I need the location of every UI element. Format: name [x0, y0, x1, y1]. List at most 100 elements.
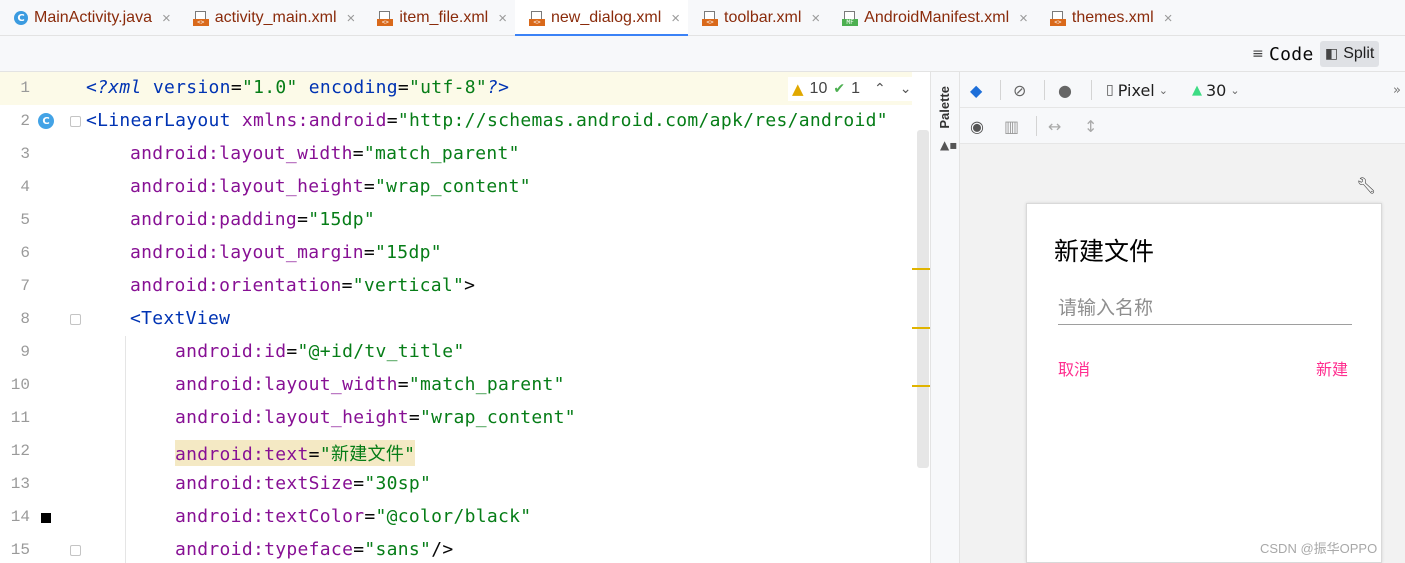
- manifest-file-icon: MF: [842, 10, 859, 26]
- weak-warning-count: 1: [851, 80, 860, 97]
- fold-icon[interactable]: [70, 545, 81, 556]
- code-text: android:layout_height="wrap_content": [130, 176, 531, 197]
- design-secondary-toolbar: ◉ ▥ ↔ ↕: [960, 108, 1405, 144]
- code-line: 9 android:id="@+id/tv_title": [0, 336, 930, 369]
- xml-file-icon: <>: [377, 10, 394, 26]
- tab-mainactivity-java[interactable]: C MainActivity.java ×: [0, 0, 179, 36]
- warning-marker[interactable]: [912, 327, 930, 329]
- code-text: android:textColor="@color/black": [175, 506, 532, 527]
- close-icon[interactable]: ×: [1019, 10, 1028, 27]
- previous-highlight-icon[interactable]: ⌃: [874, 81, 886, 97]
- view-mode-bar: ≡ Code ◧ Split: [0, 36, 1405, 72]
- tab-themes-xml[interactable]: <> themes.xml ×: [1036, 0, 1181, 36]
- close-icon[interactable]: ×: [1164, 10, 1173, 27]
- tab-activity-main-xml[interactable]: <> activity_main.xml ×: [179, 0, 364, 36]
- wrench-icon[interactable]: 🔧︎: [1356, 176, 1376, 195]
- close-icon[interactable]: ×: [811, 10, 820, 27]
- split-view-button[interactable]: ◧ Split: [1320, 41, 1380, 67]
- close-icon[interactable]: ×: [162, 10, 171, 27]
- blueprint-icon[interactable]: ▥: [1004, 114, 1019, 138]
- layers-icon[interactable]: ◆: [970, 78, 982, 102]
- line-number: 13: [10, 475, 30, 493]
- tab-item-file-xml[interactable]: <> item_file.xml ×: [363, 0, 515, 36]
- api-level-label: 30: [1206, 80, 1227, 100]
- close-icon[interactable]: ×: [671, 10, 680, 27]
- color-swatch-icon[interactable]: [41, 513, 51, 523]
- code-editor[interactable]: 1 <?xml version="1.0" encoding="utf-8"?>…: [0, 72, 930, 563]
- palette-side-strip: Palette ▲▪: [930, 72, 960, 563]
- code-text: android:id="@+id/tv_title": [175, 341, 465, 362]
- watermark: CSDN @振华OPPO: [1260, 541, 1378, 556]
- design-preview-panel: ◆ ⊘ ● ▯ Pixel ⌄ ▲ 30 ⌄ » ◉ ▥ ↔ ↕ 🔧︎ 新建文件…: [960, 72, 1405, 563]
- name-input-hint: 请输入名称: [1058, 297, 1154, 319]
- line-number: 9: [20, 343, 30, 361]
- fold-icon[interactable]: [70, 314, 81, 325]
- tab-label: new_dialog.xml: [550, 9, 662, 26]
- code-text: android:layout_margin="15dp": [130, 242, 442, 263]
- line-number: 10: [10, 376, 30, 394]
- code-text: android:typeface="sans"/>: [175, 539, 454, 560]
- code-text: android:layout_width="match_parent": [130, 143, 520, 164]
- warning-count: 10: [809, 80, 828, 97]
- toolbar-separator: [1000, 80, 1001, 100]
- code-line: 4 android:layout_height="wrap_content": [0, 171, 930, 204]
- night-mode-icon[interactable]: ●: [1058, 78, 1072, 102]
- warning-marker[interactable]: [912, 268, 930, 270]
- line-number: 7: [20, 277, 30, 295]
- vertical-resize-icon[interactable]: ↕: [1084, 114, 1097, 138]
- xml-file-icon: <>: [528, 10, 545, 26]
- tab-toolbar-xml[interactable]: <> toolbar.xml ×: [688, 0, 828, 36]
- code-line: 7 android:orientation="vertical">: [0, 270, 930, 303]
- code-text: android:layout_height="wrap_content": [175, 407, 576, 428]
- overflow-icon[interactable]: »: [1393, 78, 1401, 102]
- lines-icon: ≡: [1252, 46, 1265, 62]
- line-number: 12: [10, 442, 30, 460]
- code-text: android:textSize="30sp": [175, 473, 432, 494]
- device-preview[interactable]: 新建文件 请输入名称 取消 新建: [1026, 203, 1382, 563]
- editor-tab-bar: C MainActivity.java × <> activity_main.x…: [0, 0, 1405, 37]
- xml-file-icon: <>: [1049, 10, 1066, 26]
- toolbar-separator: [1091, 80, 1092, 100]
- code-line: 12 android:text="新建文件": [0, 435, 930, 468]
- line-number: 14: [10, 508, 30, 526]
- close-icon[interactable]: ×: [498, 10, 507, 27]
- tab-label: MainActivity.java: [34, 9, 152, 26]
- name-input[interactable]: 请输入名称: [1058, 291, 1352, 325]
- api-level-selector[interactable]: ▲ 30 ⌄: [1192, 78, 1240, 102]
- design-toolbar: ◆ ⊘ ● ▯ Pixel ⌄ ▲ 30 ⌄ »: [960, 72, 1405, 108]
- tab-androidmanifest-xml[interactable]: MF AndroidManifest.xml ×: [828, 0, 1036, 36]
- chevron-down-icon: ⌄: [1158, 83, 1168, 97]
- line-number: 6: [20, 244, 30, 262]
- create-button[interactable]: 新建: [1316, 356, 1348, 380]
- code-line: 15 android:typeface="sans"/>: [0, 534, 930, 563]
- code-view-label: Code: [1269, 43, 1314, 65]
- inspection-widget[interactable]: ▲ 10 ✔ 1 ⌃ ⌄: [788, 77, 916, 101]
- next-highlight-icon[interactable]: ⌄: [900, 81, 912, 97]
- line-number: 3: [20, 145, 30, 163]
- line-number: 4: [20, 178, 30, 196]
- weak-warning-icon: ✔: [833, 81, 846, 97]
- eye-icon[interactable]: ◉: [970, 114, 984, 138]
- cancel-button[interactable]: 取消: [1058, 356, 1090, 380]
- code-text: android:orientation="vertical">: [130, 275, 476, 296]
- horizontal-resize-icon[interactable]: ↔: [1048, 114, 1061, 138]
- device-label: Pixel: [1117, 80, 1155, 100]
- line-number: 11: [10, 409, 30, 427]
- tab-new-dialog-xml[interactable]: <> new_dialog.xml ×: [514, 0, 689, 37]
- palette-tab[interactable]: Palette: [937, 86, 952, 129]
- code-line: 13 android:textSize="30sp": [0, 468, 930, 501]
- scrollbar-thumb[interactable]: [917, 130, 929, 468]
- line-number: 5: [20, 211, 30, 229]
- line-number: 15: [10, 541, 30, 559]
- fold-icon[interactable]: [70, 116, 81, 127]
- code-line: 10 android:layout_width="match_parent": [0, 369, 930, 402]
- code-view-button[interactable]: ≡ Code: [1247, 41, 1319, 67]
- line-number: 2: [20, 112, 30, 130]
- indent-guide: [125, 336, 126, 563]
- device-selector[interactable]: ▯ Pixel ⌄: [1106, 78, 1168, 102]
- phone-icon: ▯: [1106, 82, 1114, 98]
- orientation-icon[interactable]: ⊘: [1013, 78, 1026, 102]
- class-gutter-icon[interactable]: C: [38, 113, 54, 129]
- close-icon[interactable]: ×: [347, 10, 356, 27]
- warning-marker[interactable]: [912, 385, 930, 387]
